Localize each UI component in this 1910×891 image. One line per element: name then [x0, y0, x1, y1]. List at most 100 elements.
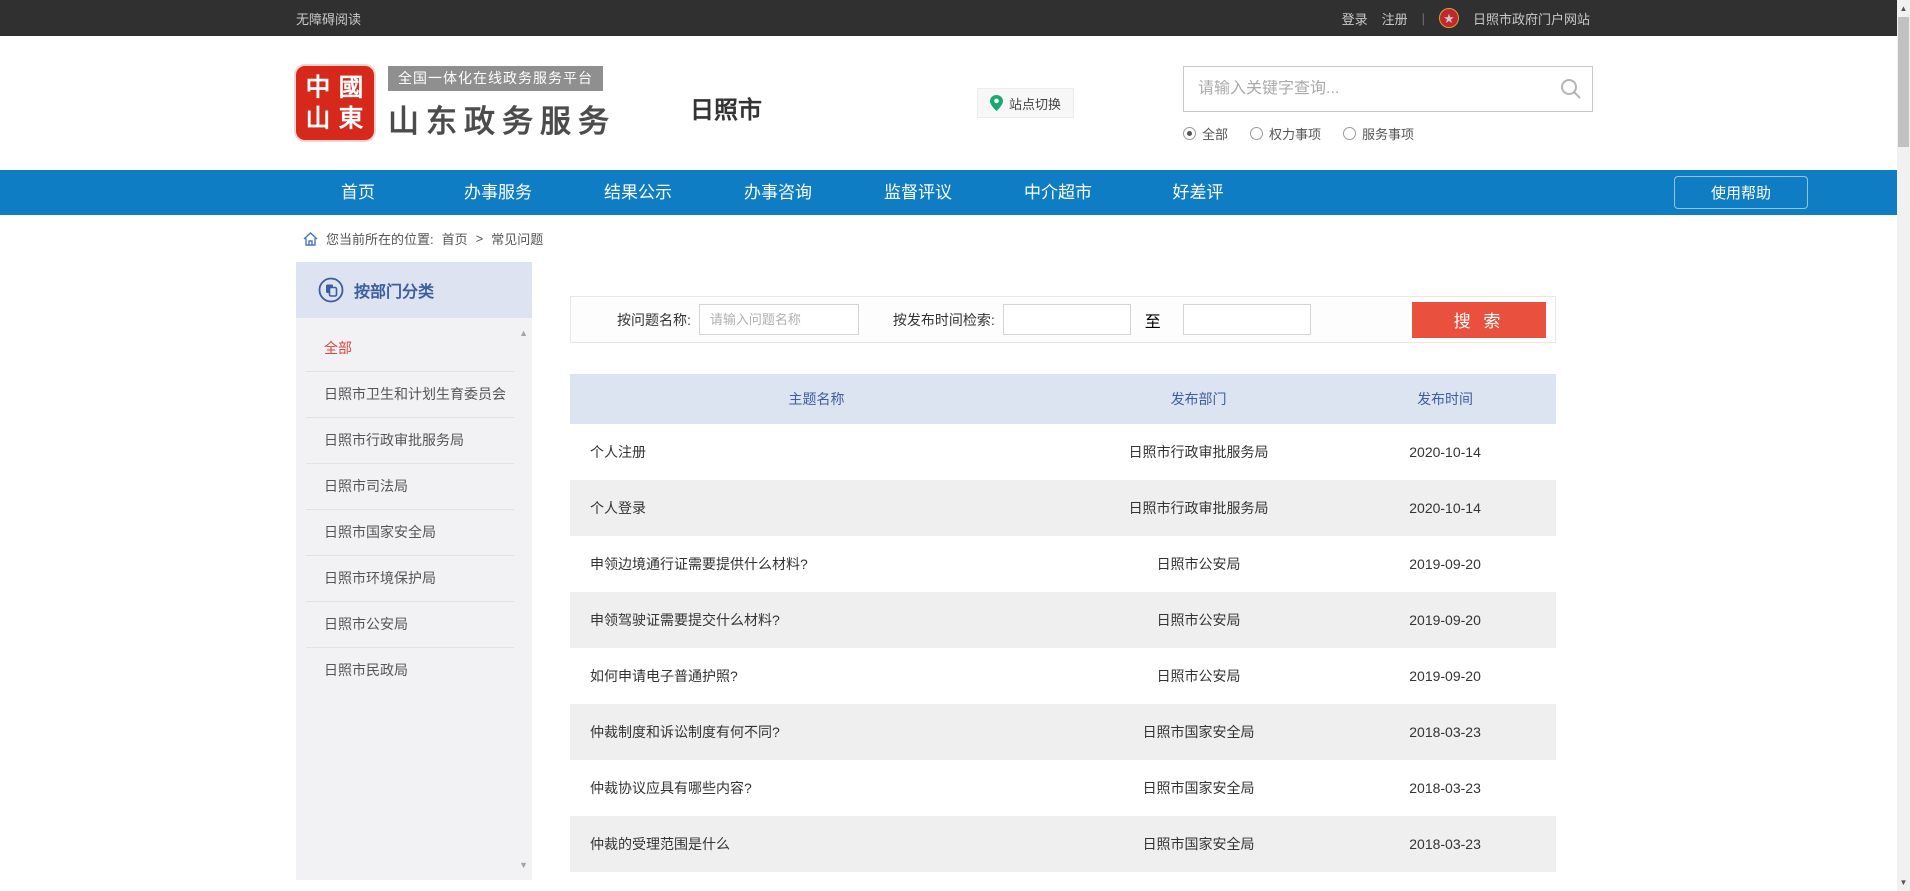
nav-item-好差评[interactable]: 好差评 — [1128, 170, 1268, 215]
filter-search-button[interactable]: 搜 索 — [1412, 302, 1546, 338]
sidebar-item-日照市民政局[interactable]: 日照市民政局 — [306, 648, 514, 693]
scope-label: 服务事项 — [1362, 124, 1414, 143]
radio-icon — [1183, 127, 1196, 140]
table-row[interactable]: 仲裁的受理范围是什么日照市国家安全局2018-03-23 — [570, 816, 1556, 872]
date-to-input[interactable] — [1183, 304, 1311, 335]
scope-radio-权力事项[interactable]: 权力事项 — [1250, 124, 1321, 143]
faq-title[interactable]: 个人登录 — [570, 498, 1063, 518]
site-switch-label: 站点切换 — [1009, 94, 1061, 113]
location-pin-icon — [990, 95, 1003, 111]
seal-char: 山 — [306, 104, 331, 133]
table-row[interactable]: 个人登录日照市行政审批服务局2020-10-14 — [570, 480, 1556, 536]
nav-item-首页[interactable]: 首页 — [288, 170, 428, 215]
list-scroll-down-icon[interactable]: ▼ — [519, 860, 528, 870]
register-link[interactable]: 注册 — [1382, 9, 1408, 28]
sidebar-item-全部[interactable]: 全部 — [306, 326, 514, 372]
faq-table-body: 个人注册日照市行政审批服务局2020-10-14个人登录日照市行政审批服务局20… — [570, 424, 1556, 872]
shandong-seal-icon: 中國山東 — [296, 66, 374, 140]
faq-title[interactable]: 申领边境通行证需要提供什么材料? — [570, 554, 1063, 574]
portal-link[interactable]: 日照市政府门户网站 — [1473, 9, 1590, 28]
search-submit-button[interactable] — [1550, 67, 1592, 111]
radio-icon — [1343, 127, 1356, 140]
seal-char: 東 — [339, 104, 364, 133]
faq-title[interactable]: 如何申请电子普通护照? — [570, 666, 1063, 686]
sidebar-item-日照市司法局[interactable]: 日照市司法局 — [306, 464, 514, 510]
faq-title[interactable]: 仲裁制度和诉讼制度有何不同? — [570, 722, 1063, 742]
seal-char: 中 — [306, 73, 331, 102]
category-icon — [318, 277, 344, 303]
faq-date: 2018-03-23 — [1334, 724, 1556, 740]
list-scroll-up-icon[interactable]: ▲ — [519, 328, 528, 338]
sidebar-item-日照市国家安全局[interactable]: 日照市国家安全局 — [306, 510, 514, 556]
faq-department: 日照市行政审批服务局 — [1063, 498, 1334, 518]
breadcrumb: 您当前所在的位置: 首页 > 常见问题 — [303, 215, 543, 262]
sidebar-item-日照市公安局[interactable]: 日照市公安局 — [306, 602, 514, 648]
seal-char: 國 — [339, 73, 364, 102]
site-logo[interactable]: 中國山東 全国一体化在线政务服务平台 山东政务服务 — [296, 66, 616, 141]
question-name-input[interactable] — [699, 304, 859, 335]
main-content: 按问题名称: 按发布时间检索: 至 搜 索 主题名称发布部门发布时间 个人注册日… — [570, 262, 1556, 872]
scope-radio-全部[interactable]: 全部 — [1183, 124, 1228, 143]
faq-department: 日照市公安局 — [1063, 666, 1334, 686]
nav-item-办事服务[interactable]: 办事服务 — [428, 170, 568, 215]
top-bar-right: 登录 注册 | ★ 日照市政府门户网站 — [1342, 8, 1590, 28]
header: 中國山東 全国一体化在线政务服务平台 山东政务服务 日照市 站点切换 全部权力事… — [0, 36, 1910, 170]
faq-title[interactable]: 申领驾驶证需要提交什么材料? — [570, 610, 1063, 630]
national-emblem-icon: ★ — [1439, 8, 1459, 28]
accessibility-link[interactable]: 无障碍阅读 — [296, 9, 361, 28]
faq-date: 2019-09-20 — [1334, 668, 1556, 684]
top-bar: 无障碍阅读 登录 注册 | ★ 日照市政府门户网站 — [0, 0, 1910, 36]
faq-date: 2019-09-20 — [1334, 556, 1556, 572]
scrollbar-thumb[interactable] — [1898, 17, 1909, 147]
date-to-label: 至 — [1145, 308, 1161, 332]
publish-date-label: 按发布时间检索: — [893, 310, 995, 330]
sidebar-title: 按部门分类 — [354, 278, 434, 302]
breadcrumb-home-link[interactable]: 首页 — [442, 229, 468, 248]
nav-item-监督评议[interactable]: 监督评议 — [848, 170, 988, 215]
department-sidebar: 按部门分类 ▲ ▼ 全部日照市卫生和计划生育委员会日照市行政审批服务局日照市司法… — [296, 262, 532, 880]
platform-badge: 全国一体化在线政务服务平台 — [388, 66, 603, 91]
faq-department: 日照市行政审批服务局 — [1063, 442, 1334, 462]
login-link[interactable]: 登录 — [1342, 9, 1368, 28]
table-row[interactable]: 如何申请电子普通护照?日照市公安局2019-09-20 — [570, 648, 1556, 704]
breadcrumb-prefix: 您当前所在的位置: — [326, 229, 434, 248]
faq-title[interactable]: 仲裁的受理范围是什么 — [570, 834, 1063, 854]
brand-title: 山东政务服务 — [388, 96, 616, 141]
scope-label: 权力事项 — [1269, 124, 1321, 143]
main-nav: 首页办事服务结果公示办事咨询监督评议中介超市好差评 使用帮助 — [0, 170, 1910, 215]
faq-table: 主题名称发布部门发布时间 个人注册日照市行政审批服务局2020-10-14个人登… — [570, 374, 1556, 872]
faq-department: 日照市国家安全局 — [1063, 834, 1334, 854]
date-from-input[interactable] — [1003, 304, 1131, 335]
radio-icon — [1250, 127, 1263, 140]
sidebar-item-日照市环境保护局[interactable]: 日照市环境保护局 — [306, 556, 514, 602]
faq-date: 2019-09-20 — [1334, 612, 1556, 628]
nav-item-办事咨询[interactable]: 办事咨询 — [708, 170, 848, 215]
table-row[interactable]: 申领边境通行证需要提供什么材料?日照市公安局2019-09-20 — [570, 536, 1556, 592]
sidebar-item-日照市行政审批服务局[interactable]: 日照市行政审批服务局 — [306, 418, 514, 464]
scope-label: 全部 — [1202, 124, 1228, 143]
help-button[interactable]: 使用帮助 — [1674, 176, 1808, 209]
faq-department: 日照市国家安全局 — [1063, 722, 1334, 742]
keyword-search-box — [1183, 66, 1593, 112]
sidebar-item-日照市卫生和计划生育委员会[interactable]: 日照市卫生和计划生育委员会 — [306, 372, 514, 418]
scrollbar-down-button[interactable]: ▼ — [1897, 874, 1910, 891]
nav-item-中介超市[interactable]: 中介超市 — [988, 170, 1128, 215]
filter-bar: 按问题名称: 按发布时间检索: 至 搜 索 — [570, 296, 1556, 343]
nav-item-结果公示[interactable]: 结果公示 — [568, 170, 708, 215]
faq-department: 日照市公安局 — [1063, 610, 1334, 630]
table-row[interactable]: 仲裁协议应具有哪些内容?日照市国家安全局2018-03-23 — [570, 760, 1556, 816]
question-name-label: 按问题名称: — [617, 310, 691, 330]
faq-title[interactable]: 个人注册 — [570, 442, 1063, 462]
table-row[interactable]: 个人注册日照市行政审批服务局2020-10-14 — [570, 424, 1556, 480]
table-row[interactable]: 仲裁制度和诉讼制度有何不同?日照市国家安全局2018-03-23 — [570, 704, 1556, 760]
magnifier-icon — [1560, 78, 1582, 100]
scope-radio-服务事项[interactable]: 服务事项 — [1343, 124, 1414, 143]
faq-title[interactable]: 仲裁协议应具有哪些内容? — [570, 778, 1063, 798]
site-switch-button[interactable]: 站点切换 — [977, 88, 1074, 118]
scrollbar-up-button[interactable]: ▲ — [1897, 0, 1910, 17]
keyword-search-input[interactable] — [1184, 80, 1550, 98]
breadcrumb-current[interactable]: 常见问题 — [491, 229, 543, 248]
column-header-发布时间: 发布时间 — [1334, 389, 1556, 409]
table-row[interactable]: 申领驾驶证需要提交什么材料?日照市公安局2019-09-20 — [570, 592, 1556, 648]
column-header-主题名称: 主题名称 — [570, 389, 1063, 409]
